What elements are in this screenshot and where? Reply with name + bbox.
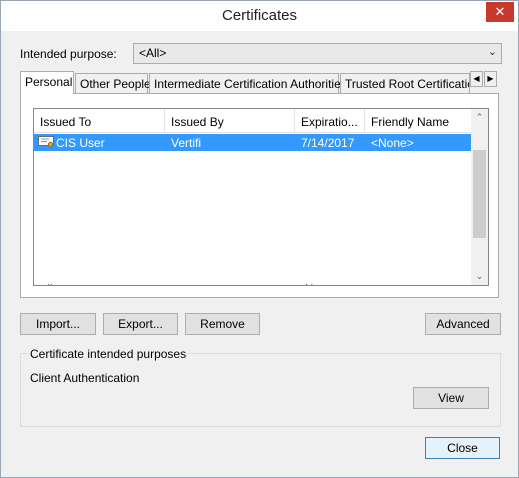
table-row[interactable]: CIS User Vertifi 7/14/2017 <None> [34, 134, 471, 151]
cell-issued-by: Vertifi [171, 136, 202, 150]
scroll-up-icon[interactable]: ⌃ [471, 109, 488, 126]
intended-purposes-title: Certificate intended purposes [28, 347, 189, 361]
tab-personal[interactable]: Personal [20, 71, 74, 94]
certificate-list[interactable]: Issued To Issued By Expiratio... Friendl… [33, 108, 489, 286]
intended-purpose-select[interactable]: <All> ⌄ [133, 43, 502, 64]
vertical-scrollbar[interactable]: ⌃ ⌄ [471, 109, 488, 285]
row-fragment: . . [305, 277, 314, 286]
certificate-icon [38, 136, 54, 148]
column-issued-to[interactable]: Issued To [34, 109, 165, 133]
view-button[interactable]: View [413, 387, 489, 409]
chevron-down-icon: ⌄ [487, 46, 497, 58]
cell-friendly-name: <None> [371, 136, 414, 150]
title-bar: Certificates ✕ [1, 1, 518, 31]
tab-scroll-left-icon[interactable]: ◀ [470, 71, 483, 87]
tab-scroll-right-icon[interactable]: ▶ [484, 71, 497, 87]
cell-expiration: 7/14/2017 [301, 136, 355, 150]
intended-purpose-value: <All> [139, 46, 167, 60]
tab-strip: Personal Other People Intermediate Certi… [20, 71, 498, 94]
scroll-down-icon[interactable]: ⌄ [471, 268, 488, 285]
intended-purpose-label: Intended purpose: [20, 47, 117, 61]
export-button[interactable]: Export... [103, 313, 178, 335]
scroll-thumb[interactable] [473, 150, 486, 238]
certificates-dialog: Certificates ✕ Intended purpose: <All> ⌄… [0, 0, 519, 478]
column-expiration[interactable]: Expiratio... [295, 109, 365, 133]
close-button[interactable]: Close [425, 437, 500, 459]
intended-purposes-value: Client Authentication [30, 371, 140, 385]
tab-other-people[interactable]: Other People [75, 73, 151, 93]
cell-issued-to: CIS User [56, 136, 105, 150]
tab-panel-personal: Issued To Issued By Expiratio... Friendl… [20, 93, 499, 298]
list-header: Issued To Issued By Expiratio... Friendl… [34, 109, 472, 133]
row-fragment: .. [47, 277, 53, 286]
advanced-button[interactable]: Advanced [425, 313, 501, 335]
tab-intermediate-ca[interactable]: Intermediate Certification Authorities [149, 73, 347, 93]
tab-trusted-root[interactable]: Trusted Root Certification [340, 73, 470, 93]
import-button[interactable]: Import... [20, 313, 96, 335]
window-title: Certificates [221, 7, 298, 24]
remove-button[interactable]: Remove [185, 313, 260, 335]
close-icon[interactable]: ✕ [486, 2, 514, 22]
column-issued-by[interactable]: Issued By [165, 109, 295, 133]
column-friendly-name[interactable]: Friendly Name [365, 109, 472, 133]
